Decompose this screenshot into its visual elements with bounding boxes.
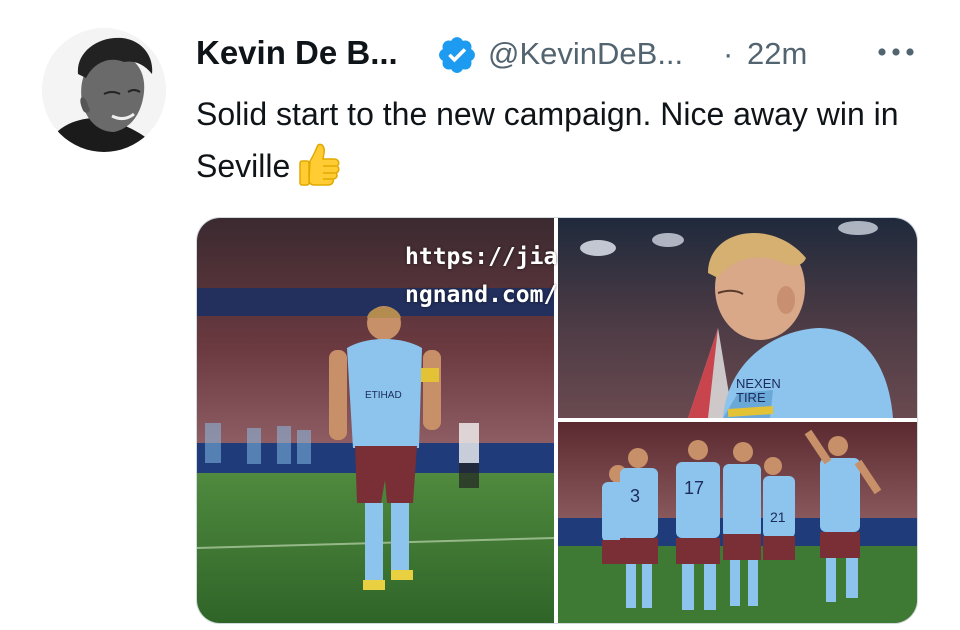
image-watermark: https://jiangnand.com/	[405, 244, 558, 308]
tweet-body: Solid start to the new campaign. Nice aw…	[196, 88, 926, 192]
svg-text:17: 17	[684, 478, 704, 498]
svg-text:NEXEN: NEXEN	[736, 376, 781, 391]
svg-text:21: 21	[770, 509, 786, 525]
author-name[interactable]: Kevin De B...	[196, 34, 398, 72]
svg-text:3: 3	[630, 486, 640, 506]
author-avatar[interactable]	[42, 28, 166, 152]
verified-badge-icon	[439, 37, 475, 73]
author-handle[interactable]: @KevinDeB...	[488, 36, 683, 72]
svg-text:TIRE: TIRE	[736, 390, 766, 405]
tweet-timestamp[interactable]: 22m	[747, 36, 807, 72]
team-celebration-photo[interactable]: 3 17 21	[558, 422, 917, 623]
tweet-header: Kevin De B... @KevinDeB... · 22m	[196, 30, 936, 80]
player-closeup-photo[interactable]: NEXEN TIRE	[558, 218, 917, 418]
header-separator: ·	[723, 36, 734, 71]
more-options-icon[interactable]	[874, 30, 918, 74]
thumbs-up-emoji-icon	[299, 143, 340, 186]
svg-text:ETIHAD: ETIHAD	[365, 390, 402, 401]
